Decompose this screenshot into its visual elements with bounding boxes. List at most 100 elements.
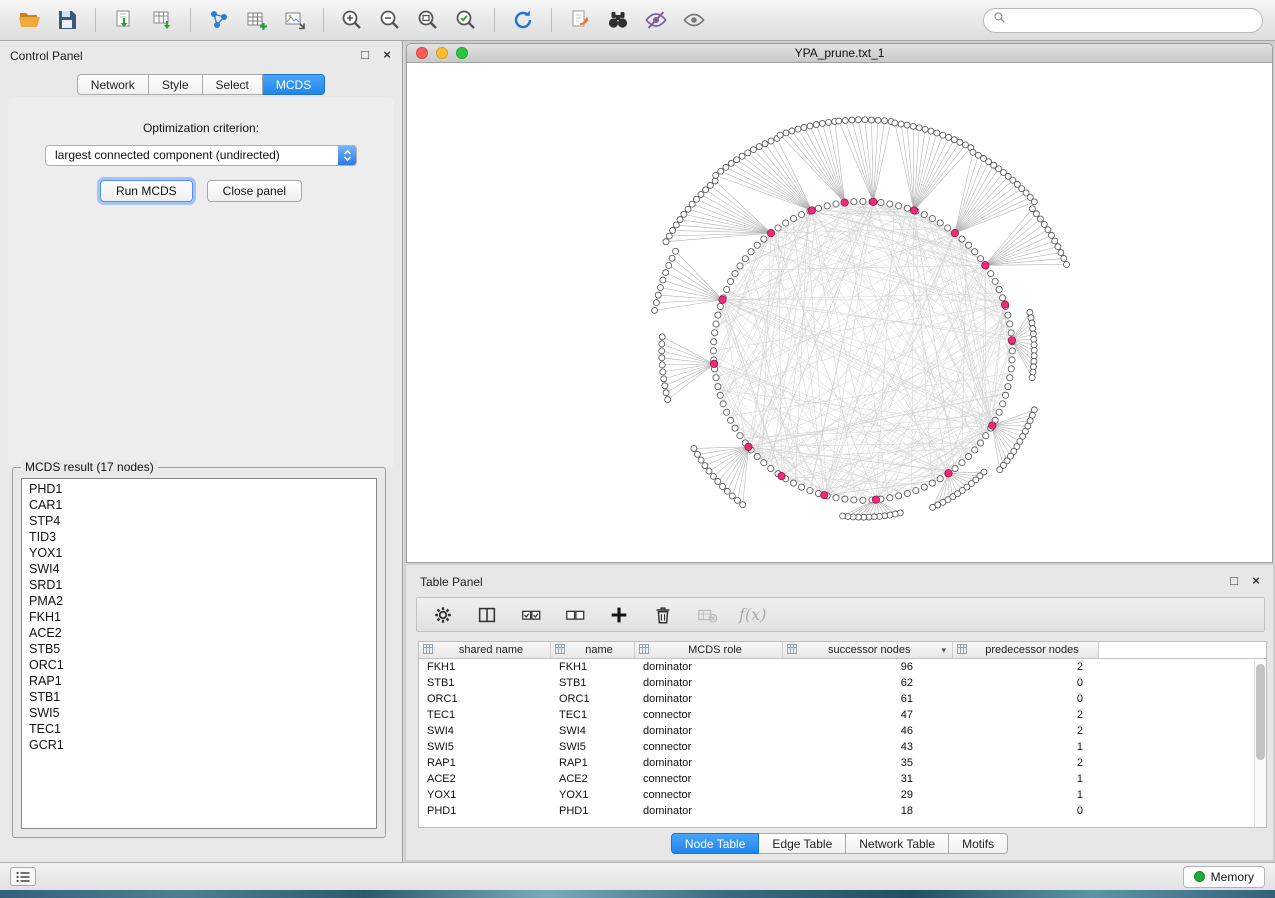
network-canvas[interactable] (407, 63, 1272, 562)
tab-motifs[interactable]: Motifs (949, 833, 1008, 854)
save-icon[interactable] (50, 5, 84, 35)
scrollbar-thumb[interactable] (1256, 664, 1265, 760)
column-header-shared-name[interactable]: shared name (419, 642, 551, 658)
list-item[interactable]: PHD1 (22, 481, 376, 497)
refresh-icon[interactable] (506, 5, 540, 35)
list-item[interactable]: STB1 (22, 689, 376, 705)
optimization-criterion-dropdown[interactable]: largest connected component (undirected) (45, 145, 357, 166)
float-table-panel-icon[interactable]: □ (1227, 573, 1241, 588)
cell: dominator (635, 661, 783, 673)
close-traffic-light[interactable] (416, 47, 428, 59)
add-row-icon[interactable] (607, 603, 631, 627)
list-item[interactable]: TEC1 (22, 721, 376, 737)
search-network-icon[interactable] (601, 5, 635, 35)
search-box[interactable] (983, 8, 1263, 33)
list-item[interactable]: FKH1 (22, 609, 376, 625)
cell: 1 (953, 789, 1099, 801)
cell: 2 (953, 757, 1099, 769)
toolbar-separator (494, 8, 495, 32)
tab-select[interactable]: Select (203, 74, 263, 95)
new-network-icon[interactable] (202, 5, 236, 35)
list-item[interactable]: CAR1 (22, 497, 376, 513)
close-table-panel-icon[interactable]: × (1249, 573, 1263, 588)
close-panel-icon[interactable]: × (380, 47, 394, 62)
minimize-traffic-light[interactable] (436, 47, 448, 59)
share-document-icon[interactable] (563, 5, 597, 35)
tab-style[interactable]: Style (149, 74, 203, 95)
zoom-in-icon[interactable] (335, 5, 369, 35)
run-mcds-button[interactable]: Run MCDS (100, 180, 193, 202)
table-row[interactable]: SWI4SWI4dominator462 (419, 723, 1266, 739)
list-item[interactable]: GCR1 (22, 737, 376, 753)
mcds-result-list[interactable]: PHD1CAR1STP4TID3YOX1SWI4SRD1PMA2FKH1ACE2… (21, 478, 377, 829)
list-item[interactable]: SWI4 (22, 561, 376, 577)
cell: connector (635, 709, 783, 721)
table-row[interactable]: SWI5SWI5connector431 (419, 739, 1266, 755)
table-row[interactable]: STB1STB1dominator620 (419, 675, 1266, 691)
column-header-predecessor-nodes[interactable]: predecessor nodes (953, 642, 1099, 658)
task-history-button[interactable] (10, 867, 36, 886)
tab-node-table[interactable]: Node Table (671, 833, 760, 854)
list-item[interactable]: ORC1 (22, 657, 376, 673)
cell: YOX1 (419, 789, 551, 801)
list-item[interactable]: SWI5 (22, 705, 376, 721)
deselect-all-icon[interactable] (563, 603, 587, 627)
cell: YOX1 (551, 789, 635, 801)
table-row[interactable]: RAP1RAP1dominator352 (419, 755, 1266, 771)
tab-mcds[interactable]: MCDS (263, 74, 325, 95)
dropdown-chevrons-icon (338, 146, 356, 165)
cell: PHD1 (419, 805, 551, 817)
hide-details-eye-icon[interactable] (639, 5, 673, 35)
cell: dominator (635, 805, 783, 817)
table-row[interactable]: YOX1YOX1connector291 (419, 787, 1266, 803)
show-columns-icon[interactable] (475, 603, 499, 627)
cell: FKH1 (551, 661, 635, 673)
delete-row-icon[interactable] (651, 603, 675, 627)
import-table-icon[interactable] (145, 5, 179, 35)
zoom-fit-icon[interactable] (411, 5, 445, 35)
export-image-icon[interactable] (278, 5, 312, 35)
zoom-out-icon[interactable] (373, 5, 407, 35)
list-item[interactable]: YOX1 (22, 545, 376, 561)
toolbar-separator (323, 8, 324, 32)
table-row[interactable]: TEC1TEC1connector472 (419, 707, 1266, 723)
float-panel-icon[interactable]: □ (358, 47, 372, 62)
zoom-traffic-light[interactable] (456, 47, 468, 59)
list-item[interactable]: STP4 (22, 513, 376, 529)
cell: SWI5 (419, 741, 551, 753)
open-file-icon[interactable] (12, 5, 46, 35)
tab-network[interactable]: Network (77, 74, 149, 95)
list-item[interactable]: PMA2 (22, 593, 376, 609)
table-scrollbar[interactable] (1254, 660, 1266, 827)
cell: 43 (783, 741, 953, 753)
column-header-MCDS-role[interactable]: MCDS role (635, 642, 783, 658)
cell: 2 (953, 709, 1099, 721)
select-all-icon[interactable] (519, 603, 543, 627)
tab-network-table[interactable]: Network Table (846, 833, 949, 854)
list-item[interactable]: TID3 (22, 529, 376, 545)
memory-label: Memory (1211, 870, 1254, 884)
zoom-selected-icon[interactable] (449, 5, 483, 35)
import-network-icon[interactable] (107, 5, 141, 35)
table-settings-icon[interactable] (431, 603, 455, 627)
sort-arrow-icon[interactable]: ▾ (941, 645, 946, 656)
cell: SWI4 (551, 725, 635, 737)
search-input[interactable] (1012, 13, 1253, 27)
table-row[interactable]: ORC1ORC1dominator610 (419, 691, 1266, 707)
close-panel-button[interactable]: Close panel (207, 180, 302, 202)
column-header-successor-nodes[interactable]: successor nodes▾ (783, 642, 953, 658)
cell: dominator (635, 725, 783, 737)
network-graph[interactable] (407, 63, 1272, 562)
list-item[interactable]: STB5 (22, 641, 376, 657)
tab-edge-table[interactable]: Edge Table (759, 833, 846, 854)
list-item[interactable]: ACE2 (22, 625, 376, 641)
new-table-icon[interactable] (240, 5, 274, 35)
memory-button[interactable]: Memory (1183, 866, 1265, 888)
list-item[interactable]: RAP1 (22, 673, 376, 689)
table-row[interactable]: FKH1FKH1dominator962 (419, 659, 1266, 675)
show-details-eye-icon[interactable] (677, 5, 711, 35)
column-header-name[interactable]: name (551, 642, 635, 658)
list-item[interactable]: SRD1 (22, 577, 376, 593)
table-row[interactable]: ACE2ACE2connector311 (419, 771, 1266, 787)
table-row[interactable]: PHD1PHD1dominator180 (419, 803, 1266, 819)
